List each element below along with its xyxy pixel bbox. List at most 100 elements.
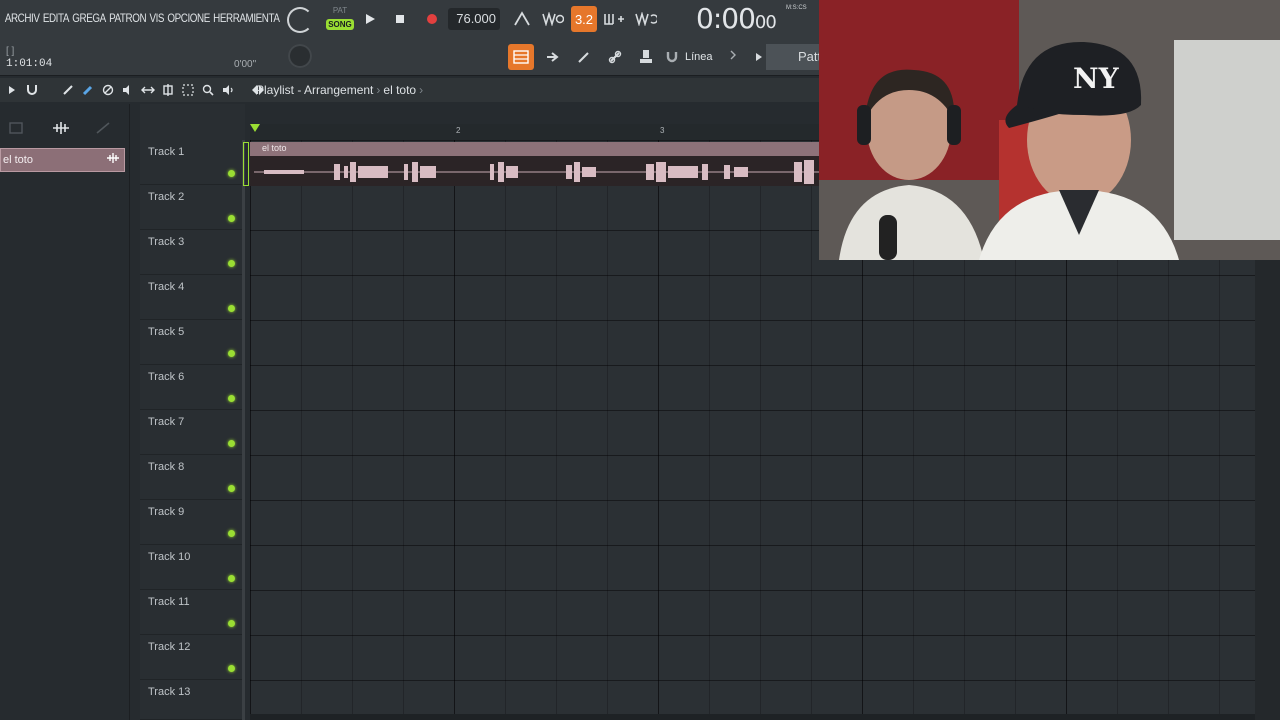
track-grip[interactable] bbox=[242, 365, 245, 410]
magnet-icon[interactable] bbox=[666, 50, 678, 64]
menu-vista[interactable]: VIS bbox=[149, 11, 165, 25]
track-header[interactable]: Track 4 bbox=[140, 275, 245, 320]
slip-icon[interactable] bbox=[140, 82, 156, 98]
master-pitch-knob[interactable] bbox=[288, 44, 312, 68]
menu-arrow-icon[interactable] bbox=[4, 82, 20, 98]
master-volume-knob[interactable] bbox=[287, 7, 313, 33]
paint-icon[interactable] bbox=[80, 82, 96, 98]
track-grip[interactable] bbox=[242, 635, 245, 680]
playlist-arrangement-label[interactable]: Playlist - Arrangement bbox=[256, 83, 373, 97]
horizontal-scrollbar[interactable] bbox=[250, 714, 1255, 720]
track-header[interactable]: Track 7 bbox=[140, 410, 245, 455]
track-name: Track 9 bbox=[148, 506, 185, 518]
menu-patron[interactable]: PATRON bbox=[108, 11, 147, 25]
audio-view-icon[interactable] bbox=[52, 121, 70, 135]
menu-agregar[interactable]: GREGA bbox=[71, 11, 106, 25]
track-grip[interactable] bbox=[242, 590, 245, 635]
automation-view-icon[interactable] bbox=[96, 122, 110, 134]
link-icon[interactable] bbox=[602, 44, 628, 70]
picker-item-el-toto[interactable]: el toto bbox=[0, 148, 125, 172]
track-grip[interactable] bbox=[242, 680, 245, 720]
menu-editar[interactable]: EDITA bbox=[42, 11, 70, 25]
stop-button[interactable] bbox=[388, 7, 412, 31]
track-grip[interactable] bbox=[242, 500, 245, 545]
countdown-icon[interactable]: 3.2 bbox=[571, 6, 597, 32]
slice-icon[interactable] bbox=[160, 82, 176, 98]
track-mute-led[interactable] bbox=[228, 530, 235, 537]
record-button[interactable] bbox=[420, 7, 444, 31]
track-grip[interactable] bbox=[242, 410, 245, 455]
metronome-icon[interactable] bbox=[509, 6, 535, 32]
track-header[interactable]: Track 13 bbox=[140, 680, 245, 720]
track-grip[interactable] bbox=[242, 320, 245, 365]
song-mode-label: SONG bbox=[326, 19, 354, 30]
track-mute-led[interactable] bbox=[228, 350, 235, 357]
select-icon[interactable] bbox=[180, 82, 196, 98]
ruler-tick: 2 bbox=[456, 126, 461, 135]
menu-opciones[interactable]: OPCIONE bbox=[167, 11, 211, 25]
pencil-icon[interactable] bbox=[571, 44, 597, 70]
playhead-marker[interactable] bbox=[250, 124, 260, 132]
track-mute-led[interactable] bbox=[228, 485, 235, 492]
menu-herramientas[interactable]: HERRAMIENTA bbox=[212, 11, 280, 25]
track-header[interactable]: Track 5 bbox=[140, 320, 245, 365]
track-name: Track 7 bbox=[148, 416, 185, 428]
chevron-right-icon[interactable] bbox=[730, 50, 736, 63]
track-header[interactable]: Track 6 bbox=[140, 365, 245, 410]
track-header[interactable]: Track 10 bbox=[140, 545, 245, 590]
time-format-label[interactable]: M:S:CS bbox=[786, 5, 807, 11]
mute-icon[interactable] bbox=[120, 82, 136, 98]
track-name: Track 10 bbox=[148, 551, 191, 563]
track-mute-led[interactable] bbox=[228, 305, 235, 312]
pattern-view-icon[interactable] bbox=[9, 122, 23, 134]
track-mute-led[interactable] bbox=[228, 215, 235, 222]
track-grip[interactable] bbox=[242, 545, 245, 590]
track-header[interactable]: Track 11 bbox=[140, 590, 245, 635]
ruler-tick: 3 bbox=[660, 126, 665, 135]
track-mute-led[interactable] bbox=[228, 575, 235, 582]
track-header[interactable]: Track 1 bbox=[140, 140, 245, 185]
blend-notes-icon[interactable] bbox=[602, 6, 628, 32]
track-name: Track 4 bbox=[148, 281, 185, 293]
track-mute-led[interactable] bbox=[228, 395, 235, 402]
snap-select[interactable]: Línea bbox=[685, 51, 713, 63]
track-grip[interactable] bbox=[242, 455, 245, 500]
track-header[interactable]: Track 3 bbox=[140, 230, 245, 275]
magnet-snap-icon[interactable] bbox=[24, 82, 40, 98]
track-header[interactable]: Track 8 bbox=[140, 455, 245, 500]
track-header[interactable]: Track 9 bbox=[140, 500, 245, 545]
track-grip[interactable] bbox=[242, 230, 245, 275]
timeline-ruler[interactable]: 2 3 bbox=[250, 124, 820, 140]
webcam-background bbox=[1174, 40, 1280, 240]
play-button[interactable] bbox=[358, 7, 382, 31]
track-name: Track 2 bbox=[148, 191, 185, 203]
stamp-icon[interactable] bbox=[633, 44, 659, 70]
track-mute-led[interactable] bbox=[228, 620, 235, 627]
track-mute-led[interactable] bbox=[228, 665, 235, 672]
track-mute-led[interactable] bbox=[228, 170, 235, 177]
wait-for-input-icon[interactable] bbox=[540, 6, 566, 32]
playlist-icon[interactable] bbox=[508, 44, 534, 70]
tempo-field[interactable]: 76.000 bbox=[448, 8, 500, 30]
delete-icon[interactable] bbox=[100, 82, 116, 98]
track-mute-led[interactable] bbox=[228, 260, 235, 267]
track-grip[interactable] bbox=[242, 185, 245, 230]
track-header[interactable]: Track 2 bbox=[140, 185, 245, 230]
draw-icon[interactable] bbox=[60, 82, 76, 98]
pat-song-toggle[interactable]: PAT SONG bbox=[326, 6, 354, 34]
track-grip[interactable] bbox=[242, 275, 245, 320]
arrow-right-icon[interactable] bbox=[540, 44, 566, 70]
playlist-pattern-label[interactable]: el toto bbox=[383, 83, 416, 97]
track-header[interactable]: Track 12 bbox=[140, 635, 245, 680]
zoom-icon[interactable] bbox=[200, 82, 216, 98]
playlist-title: Playlist - Arrangement › el toto › bbox=[256, 83, 426, 97]
play-icon bbox=[366, 14, 375, 24]
time-main: 0:00 bbox=[696, 2, 756, 35]
loop-record-icon[interactable] bbox=[633, 6, 659, 32]
track-name: Track 1 bbox=[148, 146, 185, 158]
menu-archivo[interactable]: ARCHIV bbox=[4, 11, 40, 25]
pattern-selector[interactable]: Patt bbox=[766, 44, 826, 70]
webcam-person-left bbox=[839, 69, 984, 260]
playback-icon[interactable] bbox=[220, 82, 236, 98]
track-mute-led[interactable] bbox=[228, 440, 235, 447]
